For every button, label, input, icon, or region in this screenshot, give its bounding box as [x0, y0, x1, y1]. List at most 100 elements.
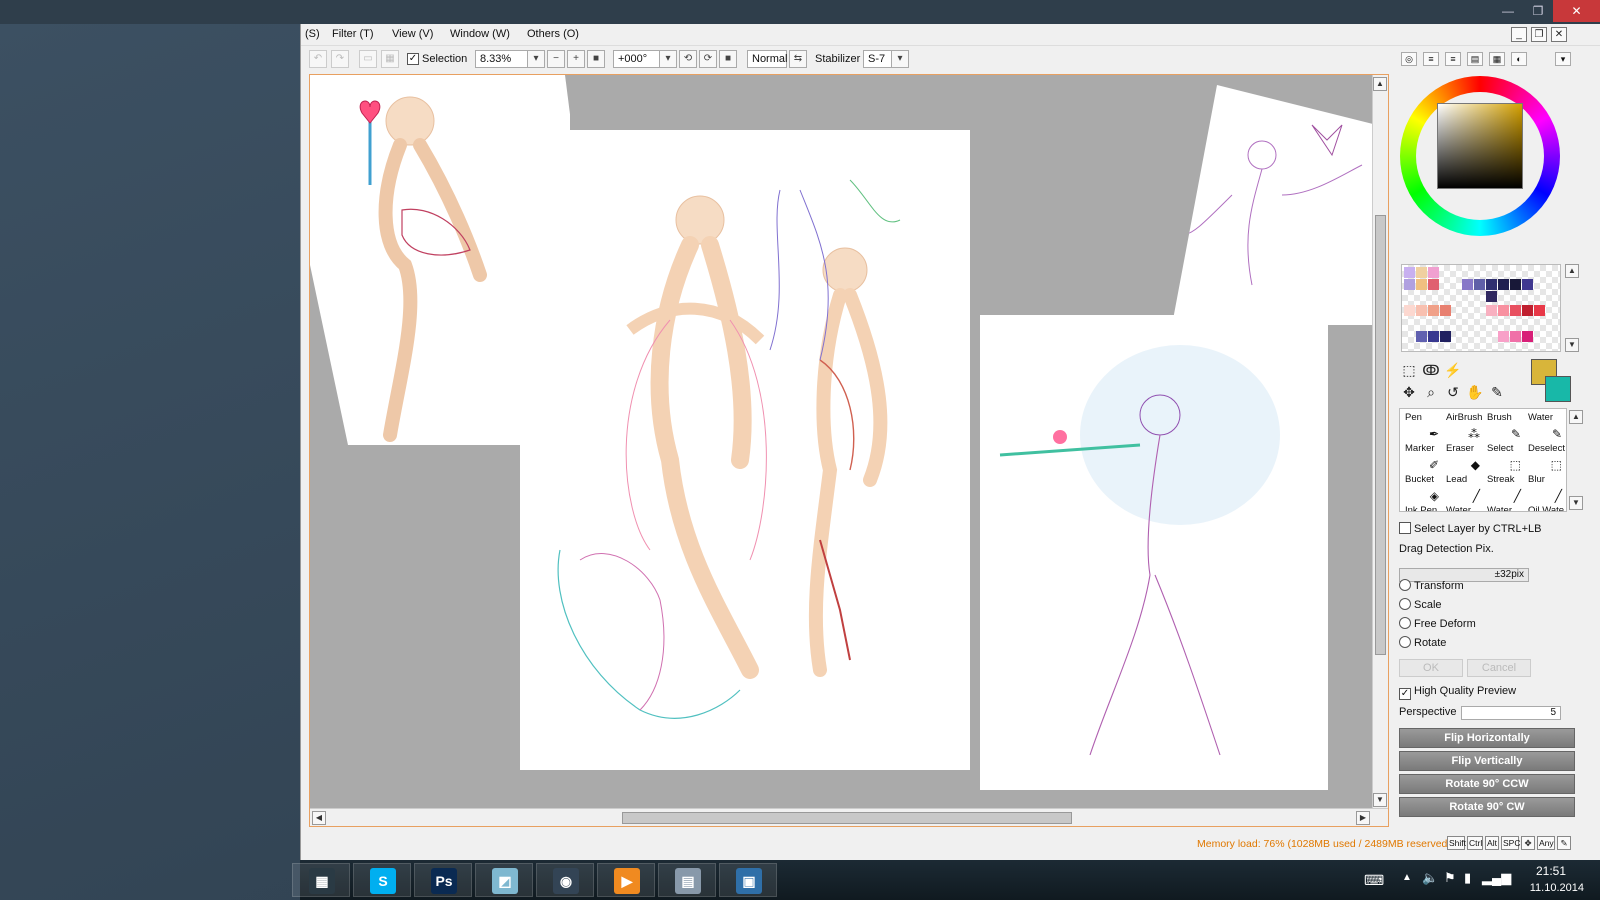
swatch[interactable] [1522, 331, 1533, 342]
taskbar-app-media-player[interactable]: ▶ [597, 863, 655, 897]
invert-selection-icon[interactable]: ▦ [381, 50, 399, 68]
clock-time[interactable]: 21:51 [1536, 864, 1566, 878]
brush-blur[interactable]: Blur ╱ [1525, 473, 1566, 504]
modifier-key[interactable]: ✎ [1557, 836, 1571, 850]
modifier-key[interactable]: Ctrl [1467, 836, 1483, 850]
horizontal-scroll-thumb[interactable] [622, 812, 1072, 824]
swatch[interactable] [1486, 291, 1497, 302]
swatch[interactable] [1498, 305, 1509, 316]
brush-ink-pen[interactable]: Ink Pen✒ [1402, 504, 1443, 511]
rect-select-icon[interactable]: ⬚ [1399, 360, 1419, 380]
swatch[interactable] [1534, 305, 1545, 316]
brush-water[interactable]: Water✎ [1484, 504, 1525, 511]
menu-item-s[interactable]: (S) [305, 28, 320, 40]
taskbar-app-video-app[interactable]: ▦ [292, 863, 350, 897]
menu-item-view[interactable]: View (V) [392, 28, 433, 40]
brush-marker[interactable]: Marker ✐ [1402, 442, 1443, 473]
rgb-slider-tab-icon[interactable]: ≡ [1423, 52, 1439, 66]
scroll-down-icon[interactable]: ▼ [1373, 793, 1387, 807]
radio-scale[interactable]: Scale [1399, 598, 1442, 611]
swatch[interactable] [1404, 279, 1415, 290]
hq-preview-checkbox[interactable]: ✓ [1399, 688, 1411, 700]
swatch[interactable] [1522, 305, 1533, 316]
swatch[interactable] [1404, 267, 1415, 278]
swatch[interactable] [1404, 305, 1415, 316]
menu-item-filter[interactable]: Filter (T) [332, 28, 374, 40]
radio-rotate[interactable]: Rotate [1399, 636, 1446, 649]
select-layer-option[interactable]: Select Layer by CTRL+LB [1399, 522, 1541, 535]
scratchpad-tab-icon[interactable]: ◐ [1511, 52, 1527, 66]
rotate-cw-button[interactable]: Rotate 90° CW [1399, 797, 1575, 817]
modifier-key[interactable]: ✥ [1521, 836, 1535, 850]
modifier-key[interactable]: Alt [1485, 836, 1499, 850]
app-minimize-icon[interactable]: _ [1511, 27, 1527, 42]
swatch[interactable] [1462, 279, 1473, 290]
maximize-icon[interactable]: ❐ [1523, 0, 1553, 22]
volume-icon[interactable]: 🔈 [1422, 870, 1438, 886]
rotate-left-icon[interactable]: ⟲ [679, 50, 697, 68]
network-icon[interactable]: ▂▄▆ [1482, 870, 1511, 886]
blend-mode-field[interactable]: Normal [747, 50, 787, 68]
vertical-scroll-thumb[interactable] [1375, 215, 1386, 655]
modifier-key[interactable]: SPC [1501, 836, 1520, 850]
brush-pen[interactable]: Pen ✒ [1402, 411, 1443, 442]
redo-icon[interactable]: ↷ [331, 50, 349, 68]
modifier-key[interactable]: Shift [1447, 836, 1466, 850]
stabilizer-dropdown-icon[interactable]: ▾ [891, 50, 909, 68]
background-color[interactable] [1545, 376, 1571, 402]
select-layer-checkbox[interactable] [1399, 522, 1411, 534]
move-icon[interactable]: ✥ [1399, 382, 1419, 402]
ok-button[interactable]: OK [1399, 659, 1463, 677]
zoom-out-icon[interactable]: − [547, 50, 565, 68]
color-mixer-tab-icon[interactable]: ▤ [1467, 52, 1483, 66]
brush-brush[interactable]: Brush ✎ [1484, 411, 1525, 442]
taskbar-app-paint-tool-sai[interactable]: ◩ [475, 863, 533, 897]
swatch[interactable] [1510, 305, 1521, 316]
canvas-vertical-scrollbar[interactable]: ▲ ▼ [1372, 75, 1388, 809]
menu-item-others[interactable]: Others (O) [527, 28, 579, 40]
hand-tool-icon[interactable]: ✋ [1465, 382, 1485, 402]
taskbar-app-photoshop[interactable]: Ps [414, 863, 472, 897]
radio-button[interactable] [1399, 598, 1411, 610]
flip-view-icon[interactable]: ⇆ [789, 50, 807, 68]
swatch[interactable] [1416, 331, 1427, 342]
tray-expand-icon[interactable]: ▲ [1402, 872, 1412, 883]
magic-wand-icon[interactable]: ⚡ [1443, 360, 1463, 380]
brush-eraser[interactable]: Eraser ◆ [1443, 442, 1484, 473]
rotate-reset-icon[interactable]: ■ [719, 50, 737, 68]
zoom-tool-icon[interactable]: ⌕ [1421, 382, 1441, 402]
brush-bucket[interactable]: Bucket ◈ [1402, 473, 1443, 504]
taskbar-app-file-manager[interactable]: ▤ [658, 863, 716, 897]
swatch[interactable] [1510, 279, 1521, 290]
radio-free-deform[interactable]: Free Deform [1399, 617, 1476, 630]
perspective-field[interactable]: 5 [1461, 706, 1561, 720]
swatch[interactable] [1474, 279, 1485, 290]
radio-transform[interactable]: Transform [1399, 579, 1464, 592]
brush-water[interactable]: Water✎ [1443, 504, 1484, 511]
brush-water[interactable]: Water✎ [1525, 411, 1566, 442]
zoom-dropdown-icon[interactable]: ▾ [527, 50, 545, 68]
modifier-key[interactable]: Any [1537, 836, 1555, 850]
scroll-up-icon[interactable]: ▲ [1373, 77, 1387, 91]
swatch[interactable] [1428, 305, 1439, 316]
rotation-field[interactable]: +000° [613, 50, 661, 68]
rotation-dropdown-icon[interactable]: ▾ [659, 50, 677, 68]
radio-button[interactable] [1399, 579, 1411, 591]
swatch-scroll-up-icon[interactable]: ▲ [1565, 264, 1579, 278]
flag-icon[interactable]: ⚑ [1444, 870, 1456, 886]
brush-grid-scrollbar[interactable]: ▲ ▼ [1569, 408, 1583, 512]
swatch[interactable] [1428, 267, 1439, 278]
minimize-icon[interactable]: — [1493, 0, 1523, 22]
zoom-in-icon[interactable]: + [567, 50, 585, 68]
brush-select[interactable]: Select ⬚ [1484, 442, 1525, 473]
brush-deselect[interactable]: Deselect ⬚ [1525, 442, 1566, 473]
taskbar-app-media-viewer[interactable]: ◉ [536, 863, 594, 897]
swatch[interactable] [1416, 279, 1427, 290]
zoom-field[interactable]: 8.33% [475, 50, 531, 68]
canvas-horizontal-scrollbar[interactable]: ◀ ▶ [310, 808, 1388, 826]
hq-preview-option[interactable]: ✓ High Quality Preview [1399, 685, 1516, 700]
scroll-left-icon[interactable]: ◀ [312, 811, 326, 825]
panel-menu-icon[interactable]: ▾ [1555, 52, 1571, 66]
swatch[interactable] [1486, 305, 1497, 316]
brush-streak[interactable]: Streak ╱ [1484, 473, 1525, 504]
